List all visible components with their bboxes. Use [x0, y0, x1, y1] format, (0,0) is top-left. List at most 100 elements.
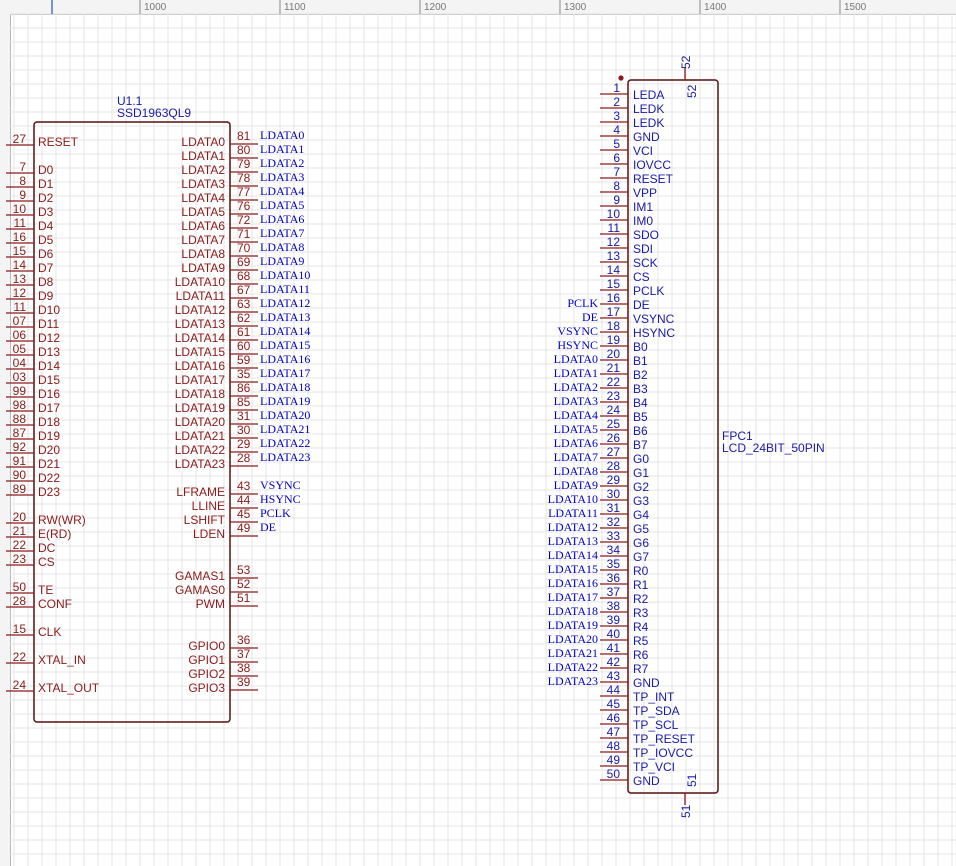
pin-name: LDATA15: [175, 345, 226, 359]
ruler-labels: 1000 1100 1200 1300 1400 1500: [51, 0, 867, 14]
pin-name: DC: [38, 541, 56, 555]
pin-name: G4: [633, 508, 649, 522]
u1-pin-xtal_in[interactable]: 22 XTAL_IN: [6, 650, 86, 667]
pin-number: 23: [607, 389, 621, 403]
pin-number: 31: [237, 409, 251, 423]
pin-name: LDATA14: [175, 331, 226, 345]
pin-number: 67: [237, 283, 251, 297]
pin-number: 10: [607, 207, 621, 221]
u1-pin-xtal_out[interactable]: 24 XTAL_OUT: [6, 678, 100, 695]
net-label: LDATA16: [548, 576, 598, 590]
pin-name: B7: [633, 438, 648, 452]
pin-number: 52: [237, 577, 251, 591]
pin-number: 72: [237, 213, 251, 227]
pin-name: LDATA20: [175, 415, 226, 429]
pin-name: LFRAME: [176, 485, 225, 499]
pin-name: G6: [633, 536, 649, 550]
net-label: LDATA20: [260, 408, 310, 422]
net-label: HSYNC: [557, 338, 598, 352]
pin-name: R7: [633, 662, 649, 676]
u1-component[interactable]: U1.1 SSD1963QL9 27 RESET7 D08 D19 D210 D311 D4…: [6, 94, 311, 723]
pin-number: 16: [13, 230, 27, 244]
pin-number: 15: [13, 244, 27, 258]
pin-number: 7: [613, 165, 620, 179]
net-label: LDATA20: [548, 632, 598, 646]
pin-name: CS: [38, 555, 55, 569]
pin-name: D20: [38, 443, 60, 457]
pin-name: LDATA1: [181, 149, 225, 163]
pin-name: E(RD): [38, 527, 71, 541]
pin-name: GPIO1: [188, 653, 225, 667]
pin-number: 18: [607, 319, 621, 333]
pin-number: 24: [607, 403, 621, 417]
pin-number: 99: [13, 384, 27, 398]
net-label: LDATA9: [554, 478, 598, 492]
pin-number: 38: [237, 661, 251, 675]
pin-number: 37: [237, 647, 251, 661]
pin-name: TP_SCL: [633, 718, 679, 732]
u1-pin-reset[interactable]: 27 RESET: [6, 132, 79, 149]
net-label: LDATA17: [260, 366, 310, 380]
net-label: PCLK: [567, 296, 598, 310]
grid: [10, 13, 956, 866]
pin-name: D7: [38, 261, 54, 275]
pin-number: 29: [237, 437, 251, 451]
pin-name: LEDK: [633, 116, 664, 130]
schematic-canvas[interactable]: 1000 1100 1200 1300 1400 1500 U1.1 SSD1963QL9…: [0, 0, 956, 866]
pin-number: 45: [237, 507, 251, 521]
pin-number: 32: [607, 515, 621, 529]
pin-name: D2: [38, 191, 54, 205]
pin-number: 50: [607, 767, 621, 781]
pin-name: GPIO3: [188, 681, 225, 695]
u1-pin-conf[interactable]: 28 CONF: [6, 594, 72, 611]
pin-name: LDATA4: [181, 191, 225, 205]
pin-name: TE: [38, 583, 53, 597]
pin-number: 41: [607, 641, 621, 655]
pin-name: D6: [38, 247, 54, 261]
pin-number: 30: [237, 423, 251, 437]
u1-right-pins: 81LDATA0 LDATA080LDATA1 LDATA179LDATA2 LDAT…: [175, 128, 311, 695]
net-label: LDATA14: [548, 548, 598, 562]
pin-name: B4: [633, 396, 648, 410]
pin-number: 49: [237, 521, 251, 535]
net-label: LDATA6: [260, 212, 304, 226]
pin-number: 33: [607, 529, 621, 543]
pin-name: D5: [38, 233, 54, 247]
pin-number: 89: [13, 482, 27, 496]
net-label: LDATA11: [260, 282, 310, 296]
net-label: LDATA19: [260, 394, 310, 408]
pin-name: LDATA19: [175, 401, 226, 415]
net-label: LDATA0: [554, 352, 598, 366]
pin-name: LDATA16: [175, 359, 226, 373]
pin-number: 4: [613, 123, 620, 137]
pin-number: 43: [237, 479, 251, 493]
net-label: LDATA12: [260, 296, 310, 310]
u1-left-pins: 27 RESET7 D08 D19 D210 D311 D416 D515 D614 D713 D8…: [6, 132, 100, 695]
ruler-label: 1200: [424, 2, 447, 13]
pin-number: 53: [237, 563, 251, 577]
pin-name: IM1: [633, 200, 653, 214]
pin-number: 15: [13, 622, 27, 636]
pin-number: 21: [13, 524, 27, 538]
net-label: LDATA2: [554, 380, 598, 394]
pin-name: D10: [38, 303, 60, 317]
pin-name: SDO: [633, 228, 659, 242]
pin-name: XTAL_OUT: [38, 681, 100, 695]
pin-number: 04: [13, 356, 27, 370]
pin-name: LDATA9: [181, 261, 225, 275]
pin-name: G7: [633, 550, 649, 564]
net-label: LDATA8: [260, 240, 304, 254]
pin-number: 40: [607, 627, 621, 641]
net-label: LDATA21: [548, 646, 598, 660]
pin-name: LDATA17: [175, 373, 226, 387]
pin-number: 29: [607, 473, 621, 487]
pin-name: HSYNC: [633, 326, 675, 340]
pin-number: 79: [237, 157, 251, 171]
pin-number: 90: [13, 468, 27, 482]
pin-name: TP_RESET: [633, 732, 696, 746]
pin-name: SCK: [633, 256, 658, 270]
pin-number: 62: [237, 311, 251, 325]
pin-name: D12: [38, 331, 60, 345]
net-label: LDATA4: [554, 408, 598, 422]
pin-name: LDATA6: [181, 219, 225, 233]
